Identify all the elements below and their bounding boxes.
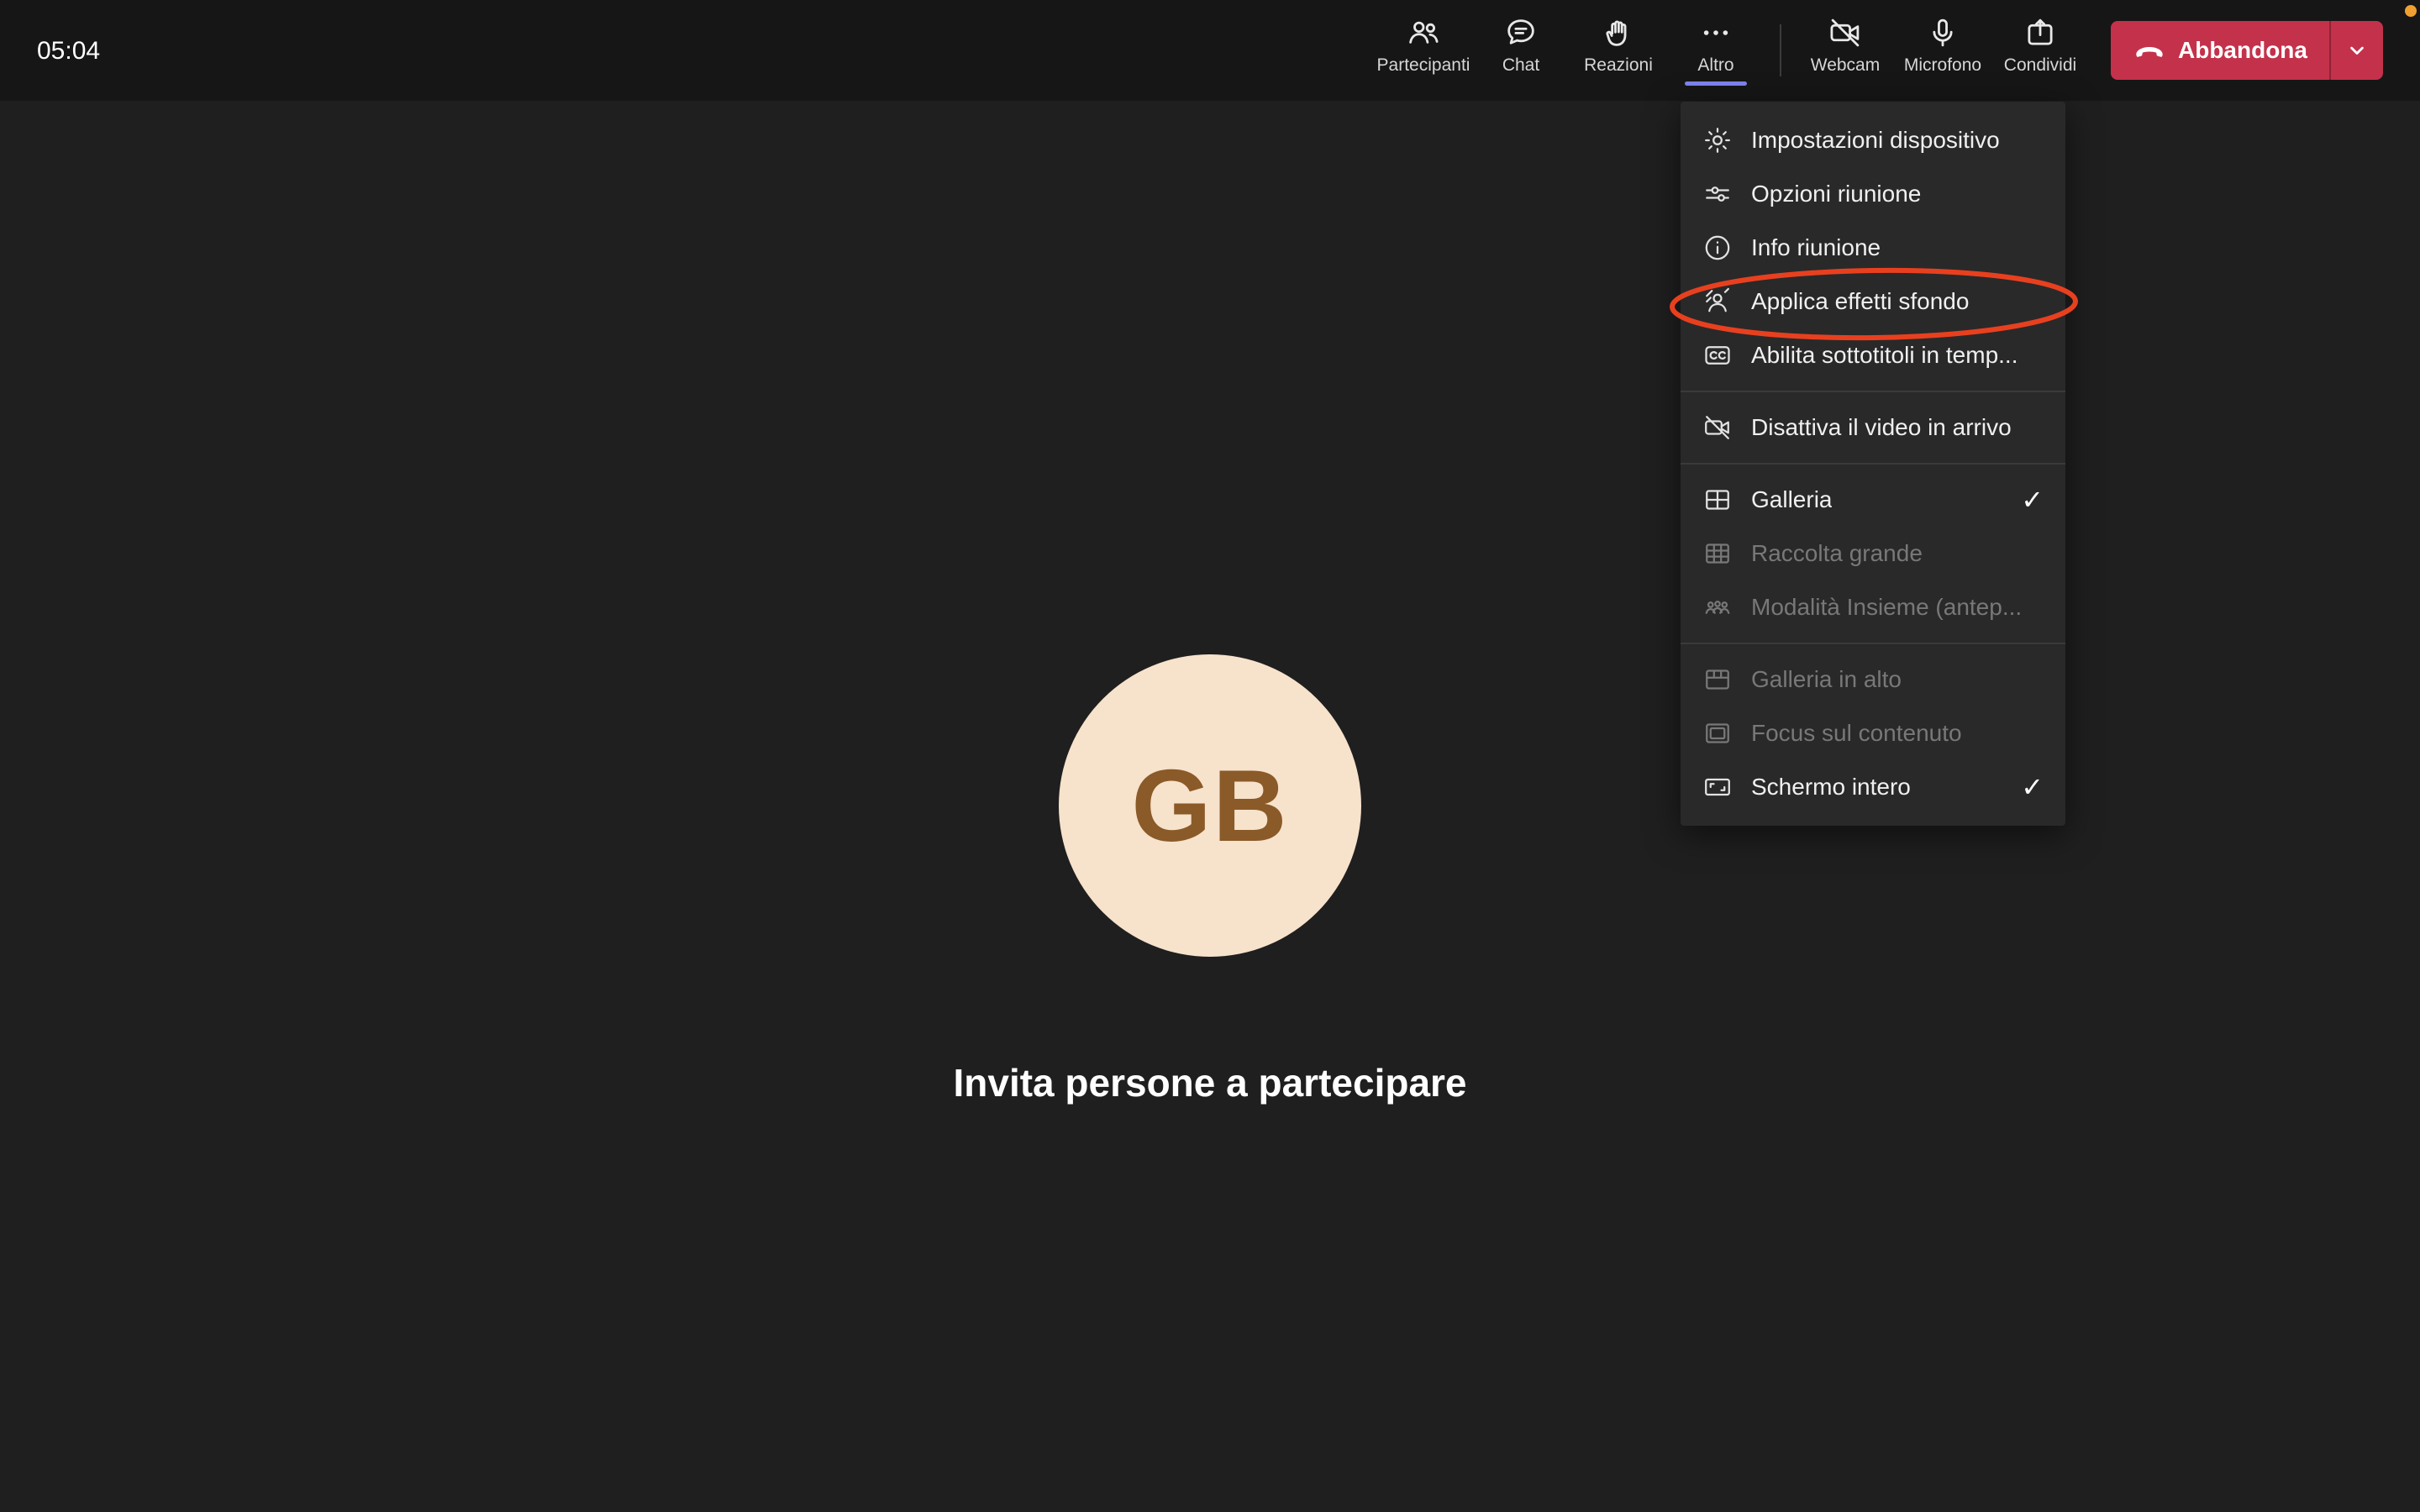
gear-icon [1702, 125, 1733, 155]
tab-indicator [1587, 81, 1649, 86]
menu-item-live-captions[interactable]: Abilita sottotitoli in temp... [1681, 328, 2065, 382]
avatar: GB [1059, 654, 1361, 957]
avatar-initials: GB [1132, 747, 1289, 864]
toolbar-tab-reactions[interactable]: Reazioni [1570, 0, 1667, 101]
info-icon [1702, 233, 1733, 263]
content-focus-icon [1702, 718, 1733, 748]
toolbar-button-webcam[interactable]: Webcam [1797, 0, 1894, 101]
menu-item-label: Abilita sottotitoli in temp... [1751, 342, 2018, 369]
tab-label: Condividi [2004, 55, 2076, 76]
recording-indicator-dot [2405, 5, 2417, 17]
tab-indicator [1814, 81, 1876, 86]
background-effects-icon [1702, 286, 1733, 317]
meeting-timer: 05:04 [37, 37, 100, 66]
video-off-icon [1702, 412, 1733, 443]
tab-indicator [1912, 81, 1974, 86]
tab-label: Altro [1697, 55, 1733, 76]
leave-button-label: Abbandona [2178, 37, 2307, 64]
tab-indicator [1490, 81, 1552, 86]
tab-label: Webcam [1811, 55, 1880, 76]
menu-item-large-gallery: Raccolta grande [1681, 527, 2065, 580]
menu-item-label: Applica effetti sfondo [1751, 288, 1969, 315]
active-tab-indicator [1685, 81, 1747, 86]
toolbar-controls: Partecipanti Chat Reazioni Altro [1375, 0, 2383, 101]
more-options-menu: Impostazioni dispositivo Opzioni riunion… [1681, 102, 2065, 826]
toolbar-button-share[interactable]: Condividi [1991, 0, 2089, 101]
leave-button-group: Abbandona [2111, 21, 2383, 80]
tab-indicator [2009, 81, 2071, 86]
reactions-hand-icon [1601, 15, 1636, 50]
leave-button[interactable]: Abbandona [2111, 21, 2329, 80]
chevron-down-icon [2343, 36, 2371, 65]
tab-label: Microfono [1904, 55, 1981, 76]
gallery-grid-icon [1702, 485, 1733, 515]
share-screen-icon [2023, 15, 2058, 50]
webcam-off-icon [1828, 15, 1863, 50]
menu-item-top-gallery: Galleria in alto [1681, 653, 2065, 706]
more-ellipsis-icon [1698, 15, 1733, 50]
invite-text: Invita persone a partecipare [0, 1060, 2420, 1105]
tab-label: Partecipanti [1377, 55, 1470, 76]
tab-label: Reazioni [1584, 55, 1653, 76]
menu-item-label: Schermo intero [1751, 774, 1911, 801]
toolbar-tab-participants[interactable]: Partecipanti [1375, 0, 1472, 101]
menu-item-label: Opzioni riunione [1751, 181, 1921, 207]
meeting-toolbar: 05:04 Partecipanti Chat Reazion [0, 0, 2420, 101]
toolbar-button-microphone[interactable]: Microfono [1894, 0, 1991, 101]
menu-item-label: Disattiva il video in arrivo [1751, 414, 2012, 441]
menu-divider [1681, 463, 2065, 465]
menu-item-content-focus: Focus sul contenuto [1681, 706, 2065, 760]
leave-options-button[interactable] [2331, 21, 2383, 80]
menu-item-label: Raccolta grande [1751, 540, 1923, 567]
tab-indicator [1392, 81, 1455, 86]
menu-item-device-settings[interactable]: Impostazioni dispositivo [1681, 113, 2065, 167]
menu-item-label: Modalità Insieme (antep... [1751, 594, 2022, 621]
toolbar-tab-more[interactable]: Altro [1667, 0, 1765, 101]
menu-item-turn-off-incoming-video[interactable]: Disattiva il video in arrivo [1681, 401, 2065, 454]
menu-item-together-mode: Modalità Insieme (antep... [1681, 580, 2065, 634]
microphone-icon [1925, 15, 1960, 50]
toolbar-divider [1780, 24, 1781, 76]
menu-divider [1681, 643, 2065, 644]
menu-item-full-screen[interactable]: Schermo intero ✓ [1681, 760, 2065, 814]
check-icon: ✓ [2021, 484, 2044, 516]
menu-item-background-effects[interactable]: Applica effetti sfondo [1681, 275, 2065, 328]
participants-icon [1406, 15, 1441, 50]
menu-divider [1681, 391, 2065, 392]
hangup-phone-icon [2133, 34, 2166, 67]
large-gallery-grid-icon [1702, 538, 1733, 569]
chat-icon [1503, 15, 1539, 50]
together-mode-icon [1702, 592, 1733, 622]
menu-item-meeting-options[interactable]: Opzioni riunione [1681, 167, 2065, 221]
menu-item-label: Galleria in alto [1751, 666, 1902, 693]
sliders-icon [1702, 179, 1733, 209]
fullscreen-icon [1702, 772, 1733, 802]
closed-captions-icon [1702, 340, 1733, 370]
menu-item-label: Galleria [1751, 486, 1832, 513]
menu-item-label: Impostazioni dispositivo [1751, 127, 2000, 154]
menu-item-meeting-info[interactable]: Info riunione [1681, 221, 2065, 275]
menu-item-gallery[interactable]: Galleria ✓ [1681, 473, 2065, 527]
menu-item-label: Info riunione [1751, 234, 1881, 261]
top-gallery-icon [1702, 664, 1733, 695]
check-icon: ✓ [2021, 771, 2044, 803]
menu-item-label: Focus sul contenuto [1751, 720, 1962, 747]
toolbar-tab-chat[interactable]: Chat [1472, 0, 1570, 101]
tab-label: Chat [1502, 55, 1539, 76]
